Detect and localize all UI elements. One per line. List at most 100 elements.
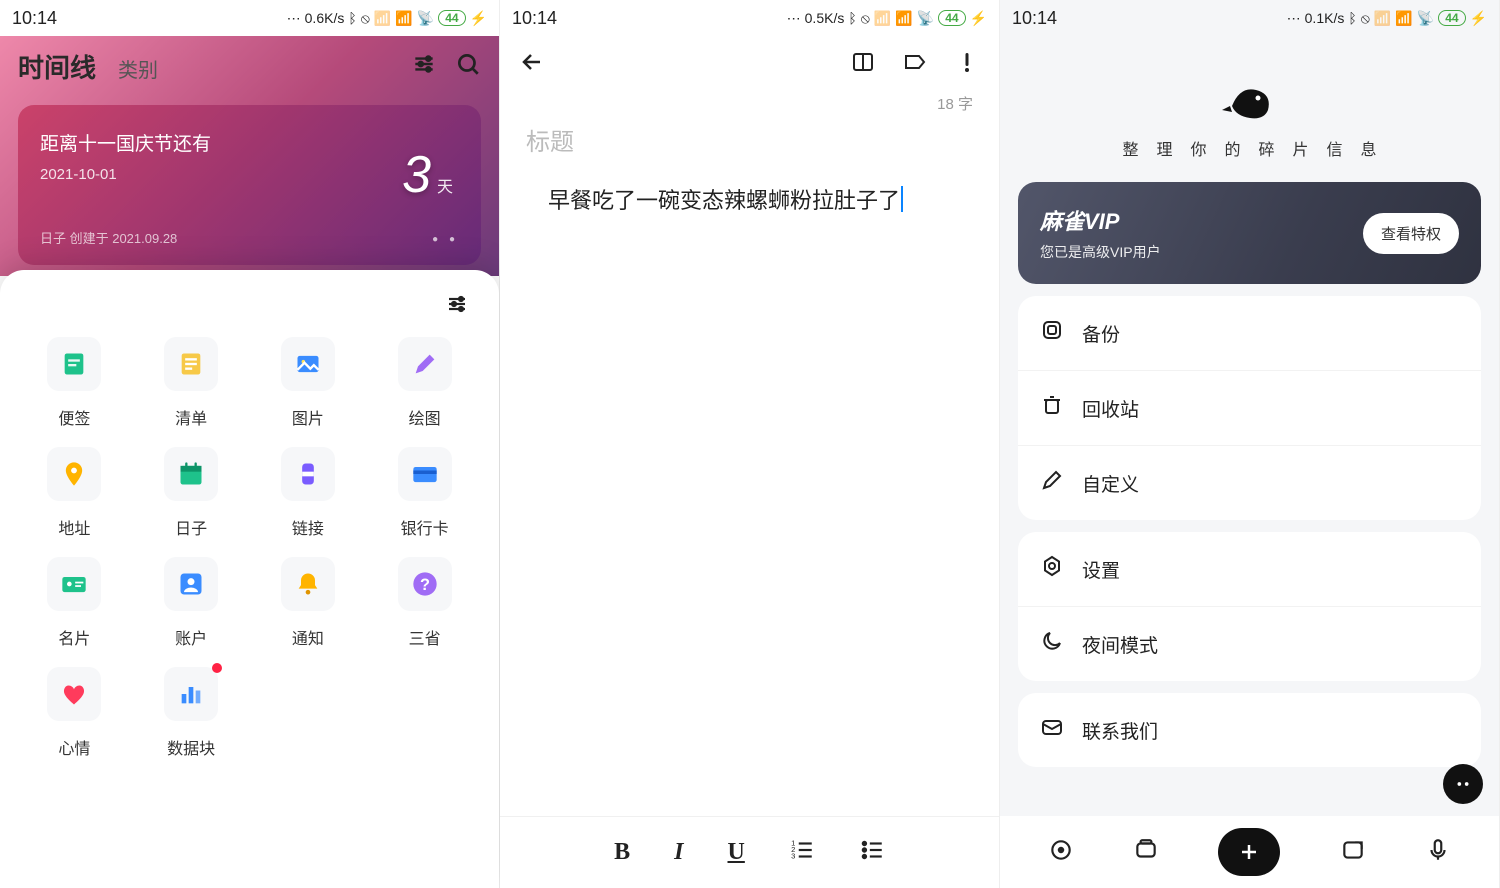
screen-editor: 10:14 ⋯ 0.5K/s ᛒ ⦸ 📶 📶 📡 44 ⚡ [500,0,1000,888]
new-badge [212,663,222,673]
card-title: 距离十一国庆节还有 [40,129,459,156]
net-speed: 0.1K/s [1305,10,1345,26]
bold-button[interactable]: B [614,839,630,866]
battery-icon: 44 [1438,10,1465,26]
dnd-icon: ⦸ [861,10,870,27]
row-moon[interactable]: 夜间模式 [1018,606,1481,681]
italic-button[interactable]: I [674,839,683,866]
moon-icon [1040,629,1064,659]
row-label: 联系我们 [1082,717,1158,744]
net-speed: 0.5K/s [805,10,845,26]
assistant-fab[interactable] [1443,764,1483,804]
status-right: ⋯ 0.5K/s ᛒ ⦸ 📶 📶 📡 44 ⚡ [787,10,987,27]
row-backup[interactable]: 备份 [1018,296,1481,370]
create-item-card[interactable]: 银行卡 [370,447,479,539]
split-icon[interactable] [851,50,875,79]
bizcard-icon [47,557,101,611]
row-label: 夜间模式 [1082,631,1158,658]
editor-toolbar [500,36,999,93]
svg-text:3: 3 [791,852,795,861]
app-logo [1000,36,1499,136]
search-icon[interactable] [455,51,481,82]
create-item-checklist[interactable]: 清单 [137,337,246,429]
status-bar: 10:14 ⋯ 0.5K/s ᛒ ⦸ 📶 📶 📡 44 ⚡ [500,0,999,36]
format-toolbar: B I U 123 [500,816,999,888]
vip-button[interactable]: 查看特权 [1363,213,1459,254]
card-count-number: 3 [402,145,431,205]
charging-icon: ⚡ [1470,10,1487,27]
signal-icon: 📶 [1374,10,1391,27]
bluetooth-icon: ᛒ [1348,10,1356,26]
countdown-card[interactable]: 距离十一国庆节还有 2021-10-01 3 天 日子 创建于 2021.09.… [18,105,481,265]
nav-target-icon[interactable] [1048,837,1074,868]
priority-icon[interactable] [955,50,979,79]
app-slogan: 整理你的碎片信息 [1000,136,1499,182]
nav-note-icon[interactable] [1340,837,1366,868]
create-item-image[interactable]: 图片 [254,337,363,429]
nav-voice-icon[interactable] [1425,837,1451,868]
status-time: 10:14 [512,8,557,29]
nav-window-icon[interactable] [1133,837,1159,868]
status-right: ⋯ 0.1K/s ᛒ ⦸ 📶 📶 📡 44 ⚡ [1287,10,1487,27]
status-dots: ⋯ [787,10,801,27]
create-item-question[interactable]: ? 三省 [370,557,479,649]
vip-card[interactable]: 麻雀VIP 您已是高级VIP用户 查看特权 [1018,182,1481,284]
sheet-filter-icon[interactable] [445,292,469,321]
tag-icon[interactable] [903,50,927,79]
nav-add-button[interactable] [1218,828,1280,876]
unordered-list-button[interactable] [859,837,885,868]
create-item-calendar[interactable]: 日子 [137,447,246,539]
wifi-icon: 📡 [1417,10,1434,27]
status-time: 10:14 [1012,8,1057,29]
filter-icon[interactable] [411,51,437,82]
card-page-dots: ● ● [432,234,459,245]
mail-icon [1040,715,1064,745]
row-settings[interactable]: 设置 [1018,532,1481,606]
row-trash[interactable]: 回收站 [1018,370,1481,445]
settings-group-1: 设置夜间模式 [1018,532,1481,681]
settings-group-0: 备份回收站自定义 [1018,296,1481,520]
row-mail[interactable]: 联系我们 [1018,693,1481,767]
body-editor[interactable]: 早餐吃了一碗变态辣螺蛳粉拉肚子了 [500,165,999,215]
title-input[interactable]: 标题 [500,114,999,165]
item-label: 账户 [175,625,207,649]
tab-timeline[interactable]: 时间线 [18,48,96,85]
tab-category[interactable]: 类别 [118,54,158,83]
heart-icon [47,667,101,721]
create-item-bell[interactable]: 通知 [254,557,363,649]
underline-button[interactable]: U [728,839,745,866]
item-label: 图片 [292,405,324,429]
back-icon[interactable] [520,50,544,79]
tab-bar: 时间线 类别 [18,48,158,85]
create-item-draw[interactable]: 绘图 [370,337,479,429]
create-item-note[interactable]: 便签 [20,337,129,429]
row-pencil[interactable]: 自定义 [1018,445,1481,520]
pencil-icon [1040,468,1064,498]
question-icon: ? [398,557,452,611]
dnd-icon: ⦸ [1361,10,1370,27]
create-item-chart[interactable]: 数据块 [137,667,246,759]
card-icon [398,447,452,501]
create-item-link[interactable]: 链接 [254,447,363,539]
trash-icon [1040,393,1064,423]
status-bar: 10:14 ⋯ 0.1K/s ᛒ ⦸ 📶 📶 📡 44 ⚡ [1000,0,1499,36]
status-bar: 10:14 ⋯ 0.6K/s ᛒ ⦸ 📶 📶 📡 44 ⚡ [0,0,499,36]
bell-icon [281,557,335,611]
calendar-icon [164,447,218,501]
create-item-bizcard[interactable]: 名片 [20,557,129,649]
create-item-account[interactable]: 账户 [137,557,246,649]
battery-icon: 44 [938,10,965,26]
status-dots: ⋯ [287,10,301,27]
create-item-pin[interactable]: 地址 [20,447,129,539]
draw-icon [398,337,452,391]
link-icon [281,447,335,501]
image-icon [281,337,335,391]
body-text: 早餐吃了一碗变态辣螺蛳粉拉肚子了 [548,183,900,215]
row-label: 备份 [1082,320,1120,347]
item-label: 银行卡 [401,515,449,539]
ordered-list-button[interactable]: 123 [789,837,815,868]
create-item-heart[interactable]: 心情 [20,667,129,759]
item-label: 三省 [409,625,441,649]
row-label: 回收站 [1082,395,1139,422]
settings-icon [1040,554,1064,584]
